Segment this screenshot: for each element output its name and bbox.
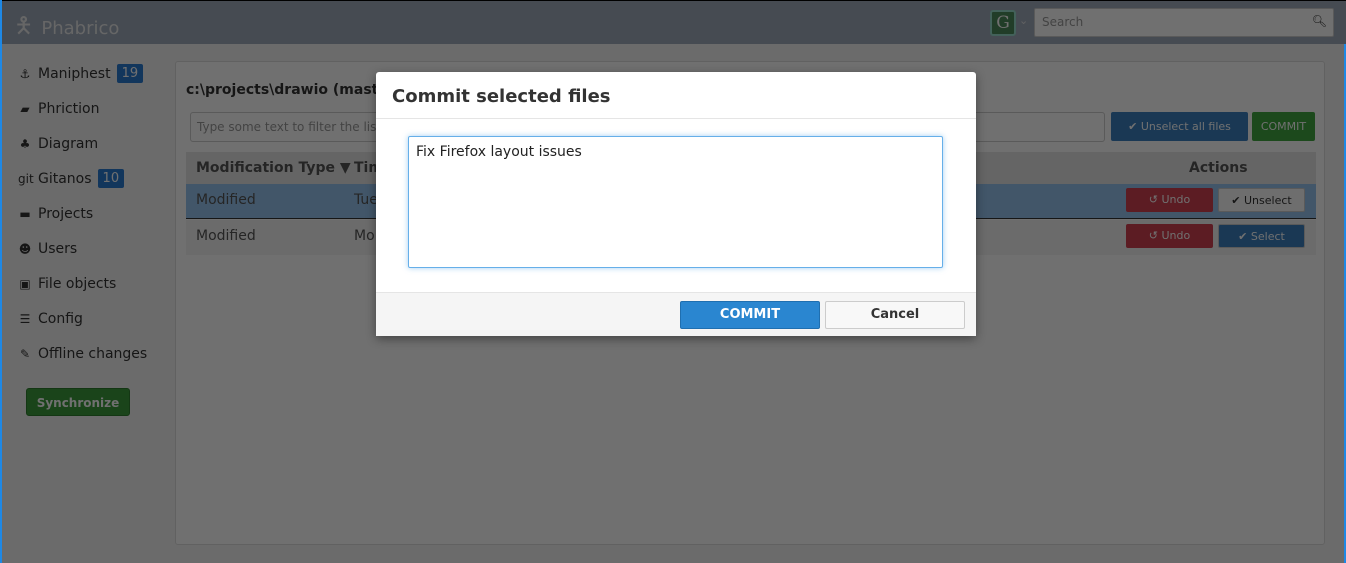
top-bar: 🯅 Phabrico G ⌄ Search 🔍︎ bbox=[2, 0, 1346, 44]
sidebar-item-label: Diagram bbox=[38, 135, 99, 152]
sitemap-icon: ♣ bbox=[19, 136, 31, 151]
column-modification-type[interactable]: Modification Type ▼ bbox=[196, 160, 351, 176]
undo-button[interactable]: ↺ Undo bbox=[1126, 224, 1213, 248]
time: Mo bbox=[354, 228, 375, 244]
sidebar-item-label: File objects bbox=[38, 275, 117, 292]
sidebar-item-label: Offline changes bbox=[38, 345, 148, 362]
modification-type: Modified bbox=[196, 228, 256, 244]
select-button[interactable]: ✔ Select bbox=[1218, 224, 1305, 248]
sidebar-item-offline-changes[interactable]: ✎ Offline changes bbox=[18, 336, 168, 371]
pencil-icon: ✎ bbox=[19, 346, 31, 361]
sidebar-item-label: Users bbox=[38, 240, 78, 257]
synchronize-button[interactable]: Synchronize bbox=[26, 388, 130, 416]
person-icon: 🯅 bbox=[14, 14, 34, 39]
sidebar-item-label: Config bbox=[38, 310, 83, 327]
sidebar-item-projects[interactable]: ▬ Projects bbox=[18, 196, 168, 231]
modification-type: Modified bbox=[196, 192, 256, 208]
logo[interactable]: 🯅 Phabrico bbox=[14, 9, 119, 47]
sidebar-item-config[interactable]: ☰ Config bbox=[18, 301, 168, 336]
sidebar-item-phriction[interactable]: ▰ Phriction bbox=[18, 91, 168, 126]
undo-button[interactable]: ↺ Undo bbox=[1126, 188, 1213, 212]
book-icon: ▰ bbox=[20, 101, 30, 116]
commit-dialog: Commit selected files Fix Firefox layout… bbox=[376, 72, 976, 336]
search-input[interactable]: Search 🔍︎ bbox=[1034, 8, 1334, 37]
sidebar-item-file-objects[interactable]: ▣ File objects bbox=[18, 266, 168, 301]
sidebar-item-label: Gitanos bbox=[38, 170, 92, 187]
count-badge: 19 bbox=[116, 64, 144, 83]
column-actions: Actions bbox=[1189, 160, 1248, 176]
sliders-icon: ☰ bbox=[19, 311, 31, 326]
chevron-down-icon[interactable]: ⌄ bbox=[1019, 14, 1028, 27]
sidebar-item-maniphest[interactable]: ⚓ Maniphest 19 bbox=[18, 56, 168, 91]
anchor-icon: ⚓ bbox=[19, 66, 31, 81]
sidebar-item-label: Maniphest bbox=[38, 65, 111, 82]
sidebar-item-label: Phriction bbox=[38, 100, 100, 117]
dialog-cancel-button[interactable]: Cancel bbox=[825, 301, 965, 329]
unselect-all-button[interactable]: ✔ Unselect all files bbox=[1111, 112, 1248, 141]
commit-message-textarea[interactable]: Fix Firefox layout issues bbox=[408, 136, 943, 268]
sidebar: ⚓ Maniphest 19 ▰ Phriction ♣ Diagram git Gitanos… bbox=[18, 56, 168, 371]
count-badge: 10 bbox=[97, 169, 125, 188]
sidebar-item-users[interactable]: ☻ Users bbox=[18, 231, 168, 266]
git-icon: git bbox=[18, 171, 34, 186]
page-title: c:\projects\drawio (master) bbox=[186, 82, 402, 98]
briefcase-icon: ▬ bbox=[19, 206, 31, 221]
dialog-footer: COMMIT Cancel bbox=[376, 292, 976, 336]
time: Tue bbox=[354, 192, 378, 208]
file-image-icon: ▣ bbox=[19, 276, 31, 291]
commit-button[interactable]: COMMIT bbox=[1252, 112, 1315, 141]
users-icon: ☻ bbox=[18, 241, 32, 256]
search-icon[interactable]: 🔍︎ bbox=[1312, 14, 1327, 28]
sidebar-item-diagram[interactable]: ♣ Diagram bbox=[18, 126, 168, 161]
sidebar-item-label: Projects bbox=[38, 205, 94, 222]
user-avatar[interactable]: G bbox=[990, 10, 1016, 36]
dialog-title: Commit selected files bbox=[376, 72, 976, 119]
sidebar-item-gitanos[interactable]: git Gitanos 10 bbox=[18, 161, 168, 196]
dialog-commit-button[interactable]: COMMIT bbox=[680, 301, 820, 329]
unselect-button[interactable]: ✔ Unselect bbox=[1218, 188, 1305, 212]
